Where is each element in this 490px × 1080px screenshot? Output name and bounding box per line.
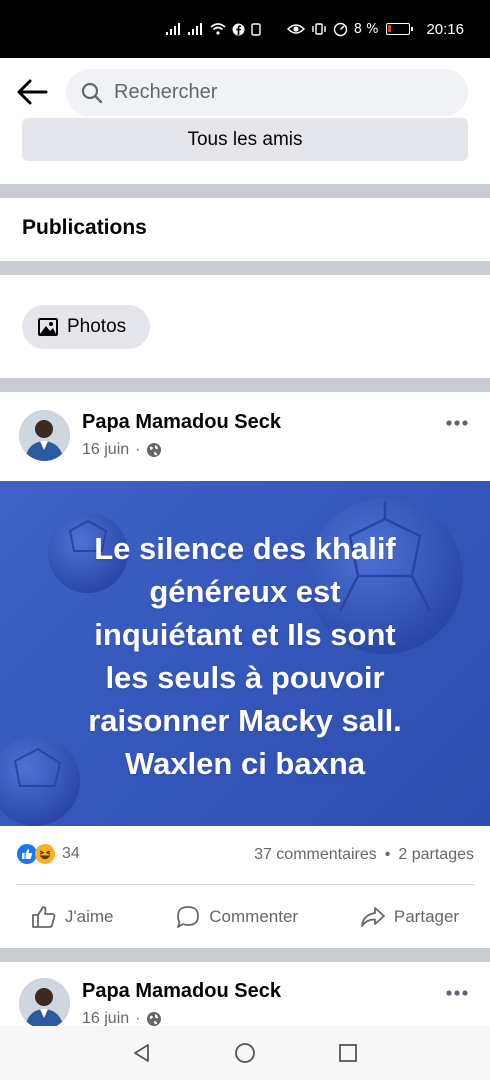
photos-icon <box>38 318 58 336</box>
wifi-icon <box>210 23 226 35</box>
post-content[interactable]: Le silence des khalif généreux est inqui… <box>0 481 490 826</box>
all-friends-button[interactable]: Tous les amis <box>22 118 468 161</box>
nav-recents-icon[interactable] <box>337 1042 359 1064</box>
facebook-icon <box>232 23 245 35</box>
battery-icon <box>386 23 414 35</box>
battery-percent: 8 % <box>353 21 379 37</box>
post-meta: 16 juin · <box>82 441 162 459</box>
post-text: Le silence des khalif généreux est inqui… <box>0 527 490 785</box>
like-label: J'aime <box>64 907 114 926</box>
section-divider <box>0 378 490 392</box>
notification-icon <box>250 22 261 36</box>
post-date[interactable]: 16 juin <box>82 441 129 459</box>
status-bar: 8 % 20:16 <box>0 0 490 58</box>
signal-icon <box>187 23 202 35</box>
vibrate-icon <box>311 23 326 35</box>
post-text-line: Waxlen ci baxna <box>124 746 366 781</box>
photos-label: Photos <box>67 316 127 337</box>
like-button[interactable]: J'aime <box>31 905 114 929</box>
post-text-line: inquiétant et Ils sont <box>94 617 396 652</box>
meta-separator: · <box>135 441 141 458</box>
top-bar <box>0 58 490 126</box>
speed-icon <box>333 22 347 36</box>
nav-back-icon[interactable] <box>131 1042 153 1064</box>
post-text-line: Le silence des khalif <box>94 531 396 566</box>
back-button[interactable] <box>16 78 48 106</box>
globe-icon <box>147 443 162 457</box>
post-author[interactable]: Papa Mamadou Seck <box>82 411 281 434</box>
section-divider <box>0 948 490 962</box>
post-options-button[interactable] <box>446 406 468 432</box>
share-button[interactable]: Partager <box>360 905 459 929</box>
clock: 20:16 <box>426 20 464 38</box>
post-text-line: les seuls à pouvoir <box>105 660 385 695</box>
avatar[interactable] <box>19 410 70 461</box>
system-navigation-bar <box>0 1026 490 1080</box>
status-icons: 8 % <box>165 21 414 37</box>
search-bar[interactable] <box>66 69 468 116</box>
signal-icon <box>165 23 180 35</box>
shares-count[interactable]: 2 partages <box>398 846 474 864</box>
engagement-counts: 37 commentaires • 2 partages <box>254 846 474 864</box>
thumbs-up-icon <box>31 906 56 928</box>
post-options-button[interactable] <box>446 976 468 1002</box>
reactions-count: 34 <box>62 845 80 862</box>
haha-reaction-icon <box>35 844 55 864</box>
post-author[interactable]: Papa Mamadou Seck <box>82 980 281 1003</box>
all-friends-label: Tous les amis <box>187 128 303 150</box>
photos-button[interactable]: Photos <box>22 305 150 349</box>
post-text-line: généreux est <box>149 574 341 609</box>
comments-count[interactable]: 37 commentaires <box>254 846 377 864</box>
arrow-left-icon <box>17 79 48 105</box>
section-divider <box>0 261 490 275</box>
post-text-line: raisonner Macky sall. <box>88 703 402 738</box>
share-icon <box>360 907 385 927</box>
eye-icon <box>286 24 305 34</box>
post-header: Papa Mamadou Seck 16 juin · <box>0 392 490 472</box>
reactions-summary[interactable]: 34 <box>16 843 80 865</box>
search-input[interactable] <box>114 81 434 104</box>
comment-button[interactable]: Commenter <box>175 905 298 929</box>
avatar[interactable] <box>19 978 70 1029</box>
more-icon <box>446 420 468 426</box>
share-label: Partager <box>393 907 460 926</box>
comment-label: Commenter <box>209 907 299 926</box>
more-icon <box>446 990 468 996</box>
nav-home-icon[interactable] <box>234 1042 256 1064</box>
globe-icon <box>147 1012 162 1026</box>
publications-title: Publications <box>22 216 147 239</box>
post-divider <box>16 884 474 885</box>
avatar-image <box>19 410 70 461</box>
counts-separator: • <box>384 846 391 863</box>
avatar-image <box>19 978 70 1029</box>
section-divider <box>0 184 490 198</box>
search-icon <box>81 82 103 103</box>
post-actions: J'aime Commenter Partager <box>0 895 490 939</box>
comment-icon <box>177 906 200 928</box>
